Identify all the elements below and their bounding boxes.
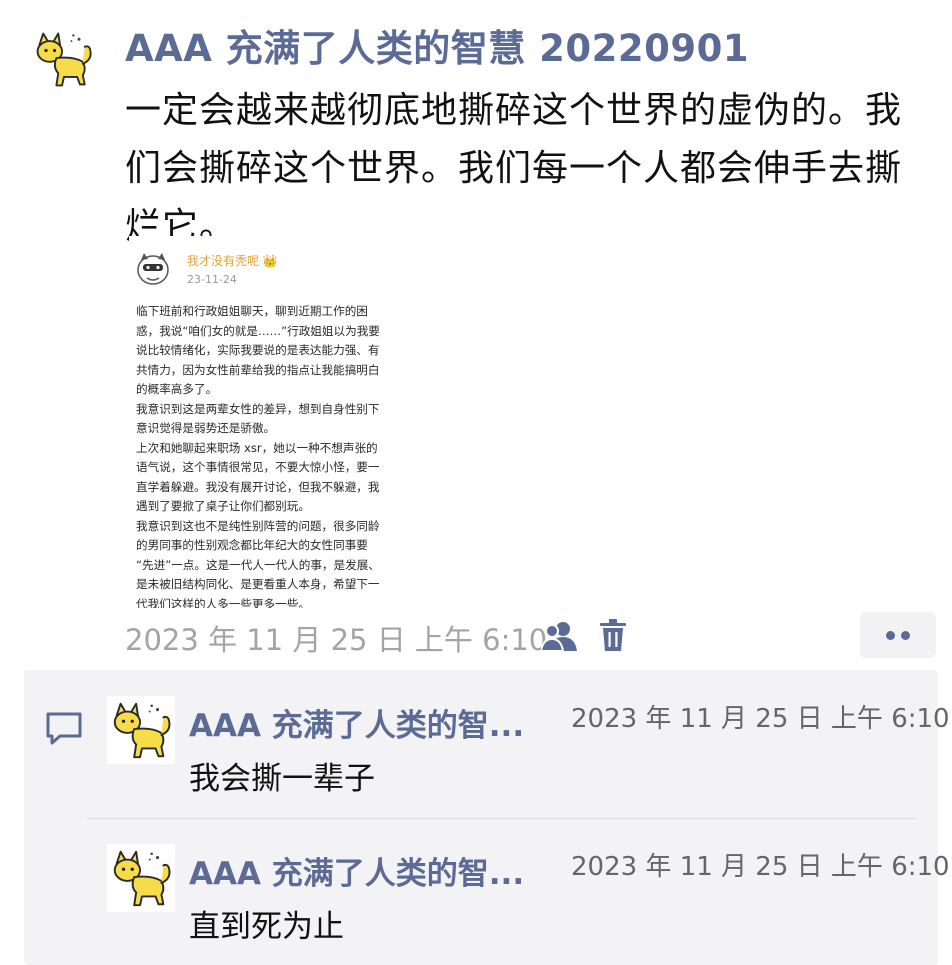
attachment-username: 我才没有秃呢 👑	[187, 254, 278, 268]
attachment-line: 说比较情绪化，实际我要说的是表达能力强、有	[136, 343, 380, 357]
comment-author[interactable]: AAA 充满了人类的智...	[189, 848, 524, 893]
attachment-date: 23-11-24	[187, 273, 237, 286]
more-dot-icon	[901, 630, 910, 640]
attachment-line: 我意识到这是两辈女性的差异，想到自身性别下	[136, 401, 380, 416]
comment-text[interactable]: 我会撕一辈子	[189, 753, 375, 798]
attachment-line: 我意识到这也不是纯性别阵营的问题，很多同龄	[136, 518, 380, 533]
attachment-line: 语气说，这个事情很常见，不要大惊小怪，要一	[136, 460, 380, 474]
attachment-line: 上次和她聊起来职场 xsr，她以一种不想声张的	[136, 440, 378, 455]
comment-timestamp: 2023 年 11 月 25 日 上午 6:10	[571, 852, 950, 882]
attachment-line: 意识觉得是弱势还是骄傲。	[136, 421, 276, 435]
comment-timestamp: 2023 年 11 月 25 日 上午 6:10	[571, 704, 950, 734]
attachment-line: 是未被旧结构同化、是更看重人本身，希望下一	[136, 577, 380, 591]
post-image[interactable]: 我才没有秃呢 👑 23-11-24 临下班前和行政姐姐聊天，聊到近期工作的困 惑…	[129, 236, 421, 608]
more-options-button[interactable]	[860, 612, 936, 658]
comment-avatar[interactable]	[107, 696, 175, 764]
attachment-line: 直学着躲避。我没有展开讨论，但我不躲避，我	[136, 479, 380, 494]
post-text: 一定会越来越彻底地撕碎这个世界的虚伪的。我们会撕碎这个世界。我们每一个人都会伸手…	[125, 90, 903, 247]
author-avatar[interactable]	[30, 26, 96, 92]
attachment-body: 临下班前和行政姐姐聊天，聊到近期工作的困 惑，我说“咱们女的就是……”行政姐姐以…	[136, 302, 420, 608]
attachment-line: 临下班前和行政姐姐聊天，聊到近期工作的困	[136, 304, 368, 318]
attachment-line: 代我们这样的人多一些更多一些。	[136, 596, 310, 609]
post-author-name[interactable]: AAA 充满了人类的智慧 20220901	[125, 18, 749, 72]
attachment-line: 遇到了要掀了桌子让你们都别玩。	[136, 499, 310, 513]
comment-text[interactable]: 直到死为止	[189, 901, 344, 946]
attachment-line: 惑，我说“咱们女的就是……”行政姐姐以为我要	[136, 323, 380, 338]
attachment-avatar-icon	[137, 253, 169, 285]
attachment-line: 的男同事的性别观念都比年纪大的女性同事要	[136, 538, 368, 552]
post-timestamp: 2023 年 11 月 25 日 上午 6:10	[125, 623, 548, 657]
trash-icon[interactable]	[598, 618, 628, 652]
attachment-line: “先进”一点。这是一代人一代人的事，是发展、	[136, 557, 380, 572]
comment-author[interactable]: AAA 充满了人类的智...	[189, 700, 524, 745]
more-dot-icon	[886, 630, 895, 640]
comment-icon	[46, 712, 82, 745]
attachment-line: 共情力，因为女性前辈给我的指点让我能搞明白	[136, 362, 380, 377]
comment-divider	[86, 818, 916, 819]
attachment-line: 的概率高多了。	[136, 382, 218, 396]
comment-avatar[interactable]	[107, 844, 175, 912]
friends-visibility-icon[interactable]	[541, 620, 579, 652]
